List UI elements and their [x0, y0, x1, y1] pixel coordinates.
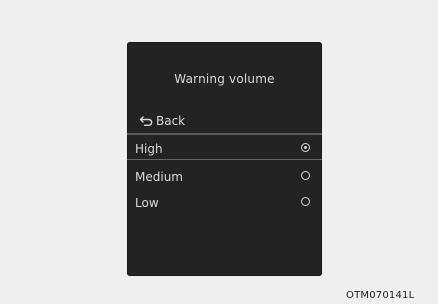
- figure-code: OTM070141L: [346, 290, 415, 301]
- option-medium[interactable]: Medium: [127, 166, 322, 188]
- selection-underline: [127, 159, 322, 160]
- radio-button[interactable]: [301, 197, 310, 206]
- back-button[interactable]: Back: [139, 114, 185, 128]
- divider: [127, 133, 322, 135]
- option-high-label: High: [135, 142, 163, 156]
- screen-title: Warning volume: [174, 72, 275, 86]
- radio-button-selected[interactable]: [301, 143, 310, 152]
- radio-button[interactable]: [301, 171, 310, 180]
- back-arrow-icon: [139, 115, 153, 127]
- option-high[interactable]: High: [127, 138, 322, 160]
- option-medium-label: Medium: [135, 170, 183, 184]
- option-low[interactable]: Low: [127, 192, 322, 214]
- option-low-label: Low: [135, 196, 159, 210]
- back-label: Back: [156, 114, 186, 128]
- settings-screen: Warning volume Back High Medium Low: [127, 42, 322, 276]
